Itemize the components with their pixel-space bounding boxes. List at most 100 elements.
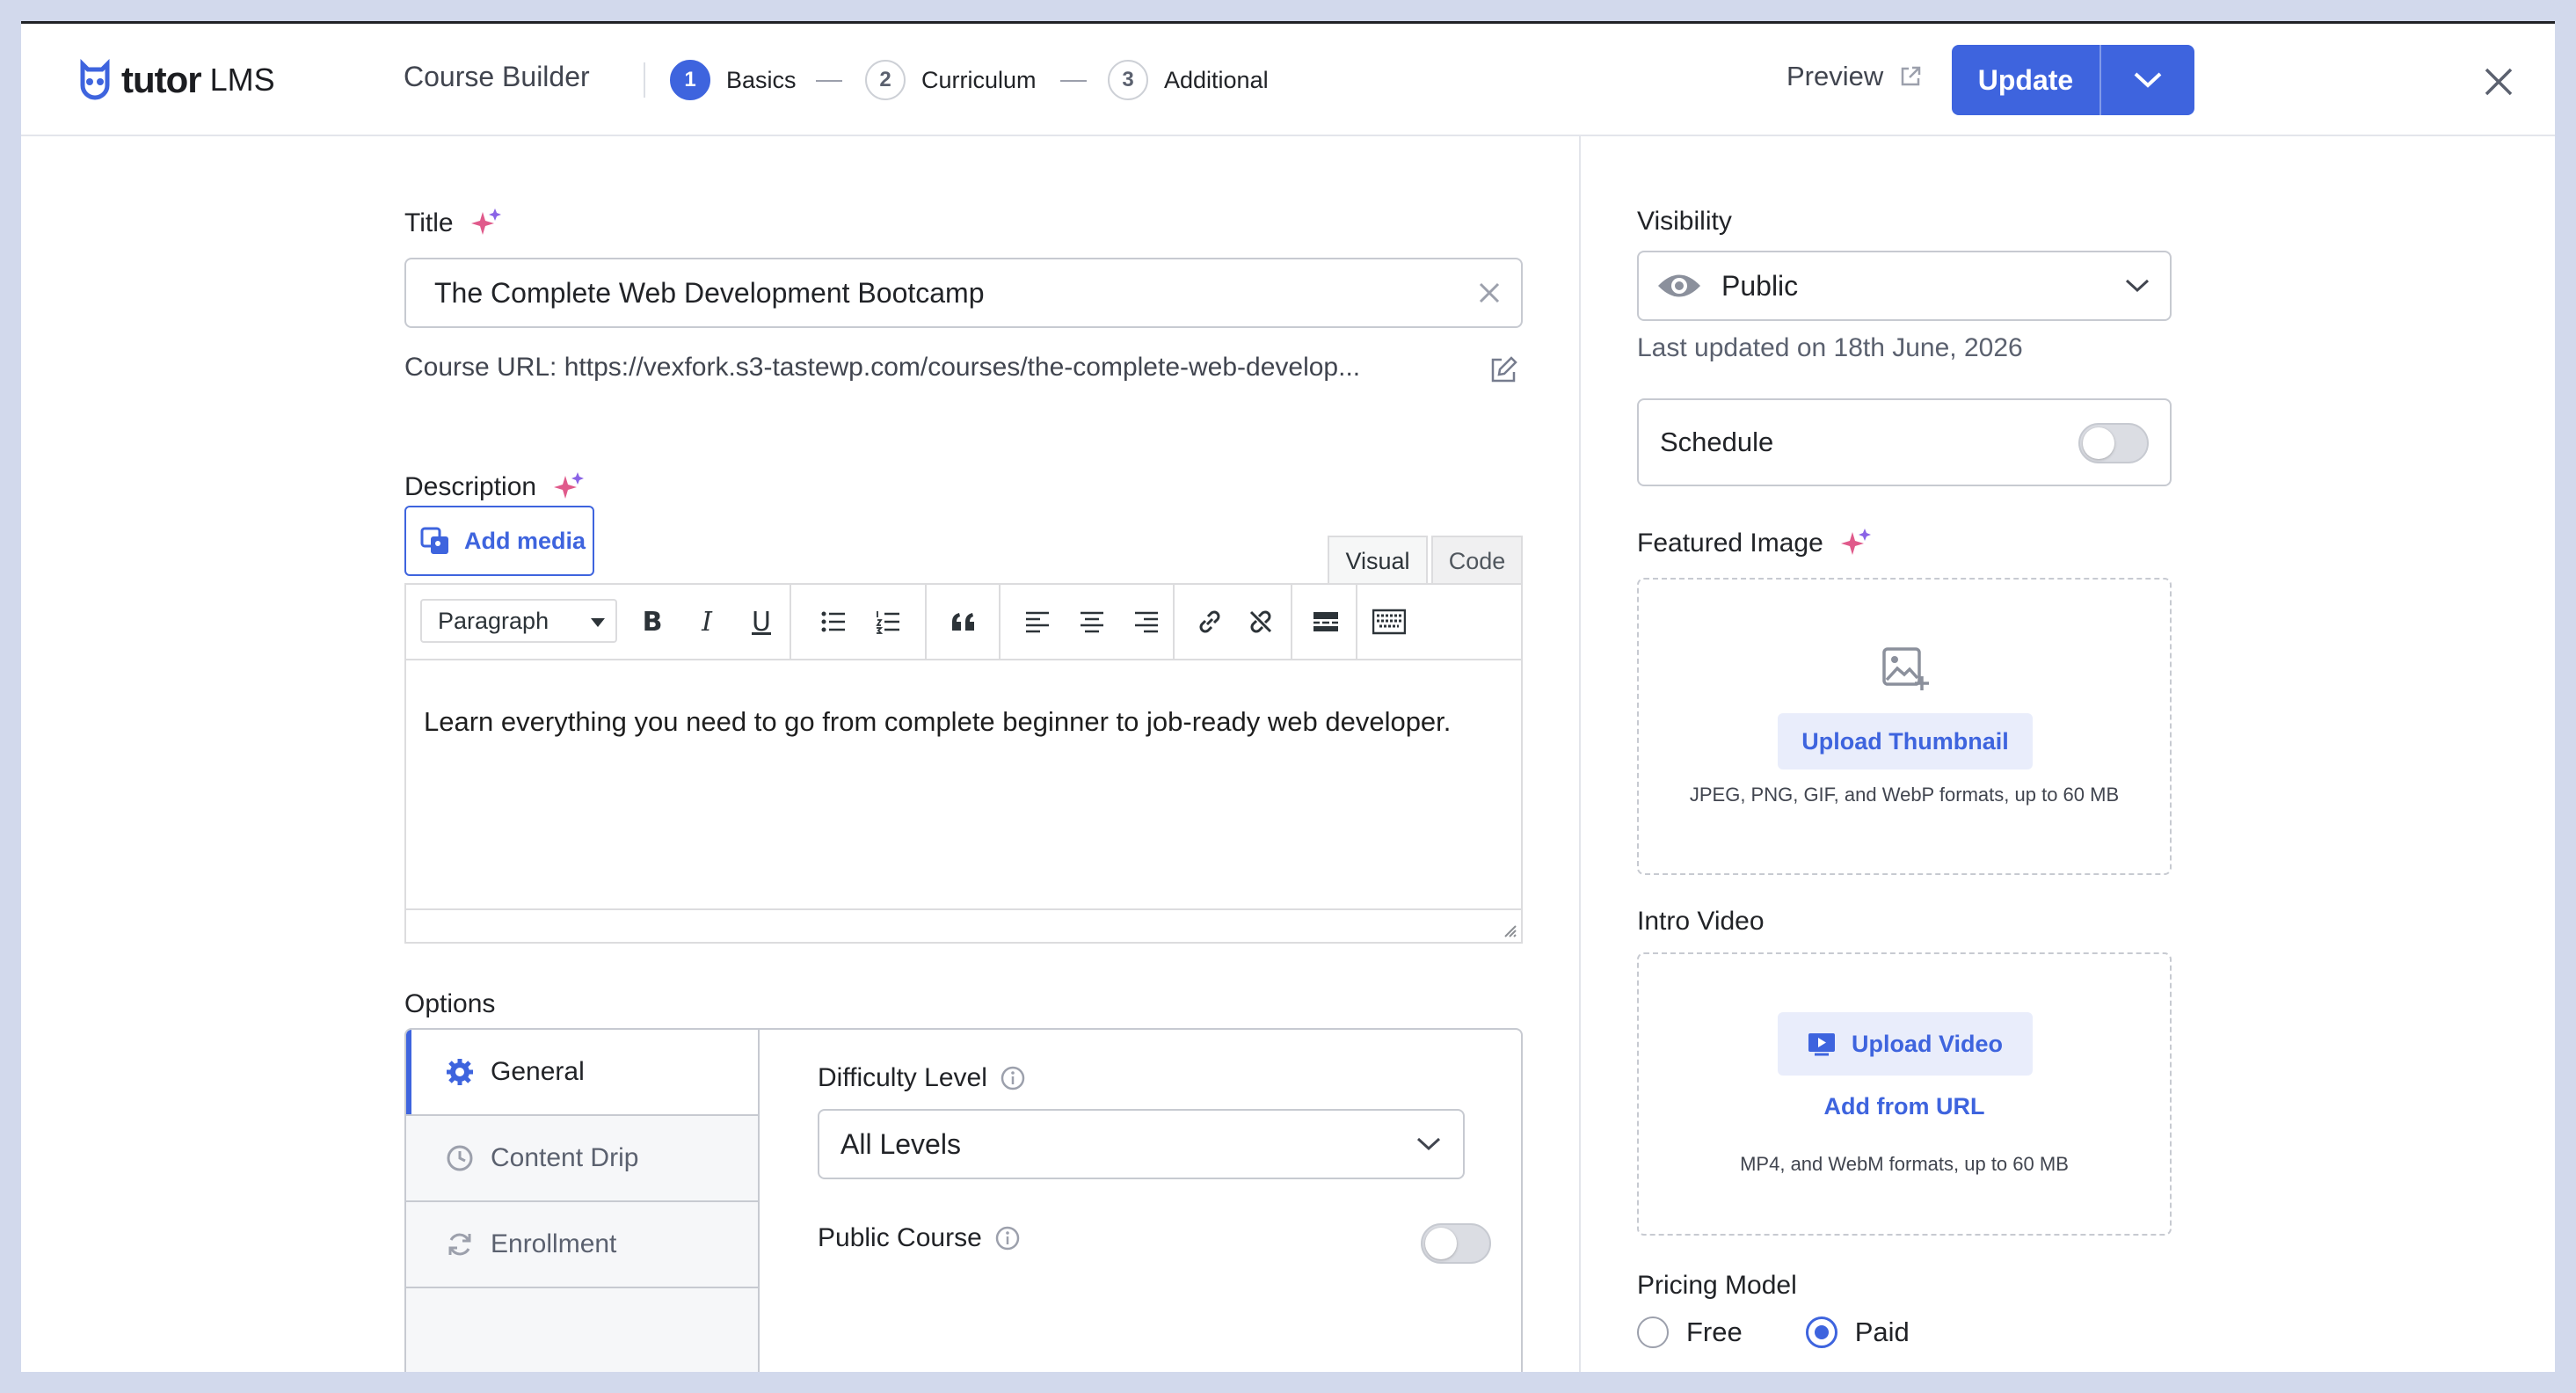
tutor-lms-logo[interactable]: tutor LMS [77, 57, 275, 103]
align-center-icon [1081, 611, 1103, 633]
options-tab-general[interactable]: General [406, 1030, 758, 1116]
chevron-down-icon [1416, 1137, 1441, 1151]
toolbar-divider [925, 585, 927, 660]
step-curriculum[interactable]: 2 Curriculum [865, 59, 1037, 101]
clock-icon [447, 1145, 473, 1171]
step-label: Additional [1164, 66, 1269, 93]
add-media-button[interactable]: Add media [404, 506, 594, 576]
upload-video-button[interactable]: Upload Video [1778, 1012, 2033, 1076]
options-tab-content-drip[interactable]: Content Drip [406, 1116, 758, 1202]
italic-button[interactable]: I [688, 602, 726, 641]
resize-handle-icon[interactable] [1502, 923, 1517, 938]
difficulty-label-row: Difficulty Level [818, 1063, 1026, 1093]
numbered-list-icon [876, 611, 899, 634]
options-panel: General Content Drip Enrollment Difficul… [404, 1028, 1523, 1372]
info-icon[interactable] [994, 1225, 1021, 1251]
update-options-button[interactable] [2101, 71, 2194, 89]
difficulty-label: Difficulty Level [818, 1063, 987, 1092]
thumbnail-format-hint: JPEG, PNG, GIF, and WebP formats, up to … [1689, 784, 2120, 806]
course-url: Course URL: https://vexfork.s3-tastewp.c… [404, 353, 1361, 382]
schedule-row: Schedule [1637, 398, 2172, 486]
pricing-paid-label[interactable]: Paid [1855, 1316, 1910, 1348]
tutor-owl-icon [80, 59, 110, 100]
pricing-free-radio[interactable] [1637, 1316, 1669, 1348]
align-center-button[interactable] [1073, 602, 1111, 641]
visibility-select[interactable]: Public [1637, 251, 2172, 321]
step-additional[interactable]: 3 Additional [1108, 59, 1269, 101]
ai-sparkle-icon[interactable] [552, 470, 586, 504]
title-label-row: Title [404, 207, 503, 240]
options-tab-label: Enrollment [491, 1229, 617, 1258]
bold-button[interactable]: B [633, 602, 672, 641]
image-add-icon [1882, 647, 1929, 690]
options-tab-enrollment[interactable]: Enrollment [406, 1202, 758, 1288]
toolbar-toggle-button[interactable] [1370, 602, 1408, 641]
edit-url-button[interactable] [1484, 351, 1523, 390]
schedule-label: Schedule [1660, 427, 1774, 457]
step-connector [816, 80, 842, 82]
pricing-model-radio-group: Free Paid [1637, 1316, 1973, 1348]
public-course-toggle[interactable] [1421, 1223, 1491, 1264]
chevron-down-icon [2125, 279, 2150, 293]
last-updated-text: Last updated on 18th June, 2026 [1637, 333, 2023, 362]
align-left-icon [1026, 611, 1049, 633]
clear-icon[interactable] [1477, 281, 1502, 305]
tab-visual[interactable]: Visual [1328, 536, 1428, 585]
update-button[interactable]: Update [1952, 64, 2099, 97]
ai-sparkle-icon[interactable] [1839, 527, 1873, 560]
schedule-toggle[interactable] [2078, 423, 2149, 463]
step-basics[interactable]: 1 Basics [670, 59, 797, 101]
blockquote-button[interactable] [944, 602, 983, 641]
options-tab-label: General [491, 1057, 585, 1086]
close-icon[interactable] [2481, 64, 2516, 99]
add-from-url-link[interactable]: Add from URL [1639, 1093, 2170, 1120]
difficulty-select[interactable]: All Levels [818, 1109, 1465, 1179]
link-icon [1199, 610, 1220, 633]
read-more-button[interactable] [1306, 602, 1345, 641]
format-select[interactable]: Paragraph [420, 599, 617, 643]
title-input[interactable]: The Complete Web Development Bootcamp [404, 258, 1523, 328]
toolbar-divider [1291, 585, 1292, 660]
edit-icon [1491, 356, 1517, 383]
external-link-icon [1902, 66, 1921, 86]
logo-suffix: LMS [209, 62, 275, 98]
preview-link[interactable]: Preview [1786, 61, 1922, 92]
options-tab-label: Content Drip [491, 1143, 639, 1172]
pricing-free-label[interactable]: Free [1686, 1316, 1743, 1348]
keyboard-icon [1372, 609, 1406, 635]
bullet-list-button[interactable] [814, 602, 853, 641]
ai-sparkle-icon[interactable] [469, 207, 503, 240]
gear-icon [447, 1059, 473, 1085]
align-left-button[interactable] [1018, 602, 1057, 641]
page-title: Course Builder [404, 61, 590, 92]
visibility-label: Visibility [1637, 207, 1732, 236]
tab-code[interactable]: Code [1431, 536, 1523, 585]
add-media-label: Add media [464, 527, 586, 554]
toolbar-divider [999, 585, 1001, 660]
underline-button[interactable]: U [742, 602, 781, 641]
logo-text: tutor [121, 59, 202, 100]
editor-toolbar: Paragraph B I U [406, 585, 1521, 660]
info-icon[interactable] [1000, 1065, 1026, 1091]
format-select-value: Paragraph [438, 607, 549, 634]
featured-image-dropzone[interactable]: Upload Thumbnail JPEG, PNG, GIF, and Web… [1637, 578, 2172, 875]
upload-thumbnail-button[interactable]: Upload Thumbnail [1778, 713, 2033, 769]
unlink-icon [1249, 610, 1272, 633]
intro-video-dropzone[interactable]: Upload Video Add from URL MP4, and WebM … [1637, 952, 2172, 1236]
preview-label: Preview [1786, 61, 1884, 91]
caret-down-icon [591, 618, 605, 627]
featured-image-label: Featured Image [1637, 529, 1823, 558]
course-builder-window: tutor LMS Course Builder 1 Basics 2 Curr… [21, 21, 2555, 1372]
toggle-knob [1425, 1228, 1457, 1259]
description-content[interactable]: Learn everything you need to go from com… [406, 660, 1521, 738]
title-divider [644, 62, 645, 98]
insert-link-button[interactable] [1190, 602, 1229, 641]
top-bar: tutor LMS Course Builder 1 Basics 2 Curr… [21, 24, 2555, 136]
quote-icon [952, 613, 974, 631]
public-course-label-row: Public Course [818, 1223, 1021, 1253]
align-right-button[interactable] [1127, 602, 1166, 641]
title-label: Title [404, 208, 454, 237]
numbered-list-button[interactable] [869, 602, 907, 641]
pricing-paid-radio[interactable] [1805, 1316, 1837, 1348]
remove-link-button[interactable] [1241, 602, 1280, 641]
